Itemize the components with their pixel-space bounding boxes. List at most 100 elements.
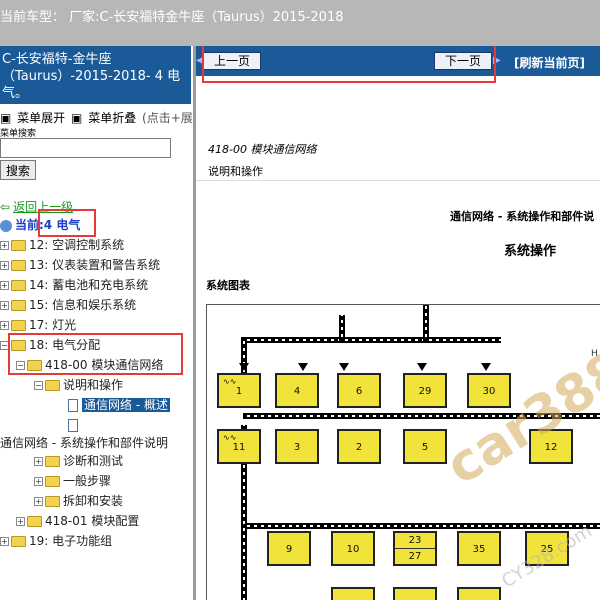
tree-item-14[interactable]: +14: 蓄电池和充电系统 — [0, 276, 148, 294]
expand-icon[interactable]: + — [0, 241, 9, 250]
tree-label[interactable]: 418-01 模块配置 — [45, 514, 139, 528]
arrow-icon — [481, 363, 491, 371]
collapse-icon: ▣ — [71, 111, 83, 125]
bus-line — [243, 523, 600, 529]
folder-icon — [11, 300, 26, 311]
tree-item-13[interactable]: +13: 仪表装置和警告系统 — [0, 256, 160, 274]
folder-icon — [45, 456, 60, 467]
tree-item-system-operation[interactable]: 通信网络 - 系统操作和部件说明 — [0, 434, 168, 452]
sidebar-header: C-长安福特-金牛座（Taurus）-2015-2018- 4 电气。 — [0, 46, 191, 104]
expand-icon[interactable]: + — [16, 517, 25, 526]
bus-line — [339, 315, 345, 341]
tree-item-17[interactable]: +17: 灯光 — [0, 316, 76, 334]
module-box: 35 — [457, 531, 501, 566]
tree-label[interactable]: 12: 空调控制系统 — [29, 238, 124, 252]
expand-icon[interactable]: + — [34, 477, 43, 486]
expand-icon[interactable]: + — [0, 281, 9, 290]
title-bar: 当前车型： 厂家:C-长安福特金牛座（Taurus）2015-2018 — [0, 0, 600, 46]
expand-icon[interactable]: + — [0, 301, 9, 310]
user-icon — [0, 219, 12, 232]
document-subtitle: 说明和操作 — [208, 165, 263, 178]
tree-label[interactable]: 诊断和测试 — [63, 454, 123, 468]
folder-icon — [45, 476, 60, 487]
module-box: 38 — [393, 587, 437, 600]
tree-item-12[interactable]: +12: 空调控制系统 — [0, 236, 124, 254]
back-arrow-icon: ⇦ — [0, 200, 11, 214]
expand-icon[interactable]: + — [34, 497, 43, 506]
tree-item-overview[interactable]: 通信网络 - 概述 — [68, 396, 170, 414]
module-box: 3 — [275, 429, 319, 464]
tree-item-418-01[interactable]: +418-01 模块配置 — [16, 512, 139, 530]
module-box: 33 — [457, 587, 501, 600]
tree-item-removal[interactable]: + 拆卸和安装 — [34, 492, 123, 510]
sidebar: C-长安福特-金牛座（Taurus）-2015-2018- 4 电气。 ▣ 菜单… — [0, 46, 193, 600]
tree-item-15[interactable]: +15: 信息和娱乐系统 — [0, 296, 136, 314]
tree-label-selected[interactable]: 通信网络 - 概述 — [82, 398, 170, 412]
module-box: 29 — [403, 373, 447, 408]
bus-line — [243, 337, 501, 343]
section-title: 通信网络 - 系统操作和部件说 — [450, 210, 595, 223]
expand-icon[interactable]: + — [0, 261, 9, 270]
module-box: 4 — [275, 373, 319, 408]
tree-label[interactable]: 拆卸和安装 — [63, 494, 123, 508]
expand-icon[interactable]: + — [0, 321, 9, 330]
folder-icon — [11, 536, 26, 547]
tree-label[interactable]: 14: 蓄电池和充电系统 — [29, 278, 148, 292]
module-box: 2 — [337, 429, 381, 464]
highlight-module-network — [8, 333, 183, 375]
expand-icon[interactable]: + — [0, 537, 9, 546]
resistor-icon: ∿∿ — [223, 433, 237, 442]
expand-all-link[interactable]: 菜单展开 — [17, 111, 65, 125]
tree-item-description[interactable]: − 说明和操作 — [34, 376, 123, 394]
module-box: ∿∿ 1 — [217, 373, 261, 408]
menu-toggles: ▣ 菜单展开 ▣ 菜单折叠 (点击+展 — [0, 109, 193, 126]
folder-icon — [11, 280, 26, 291]
sub-heading: 系统操作 — [504, 244, 557, 259]
search-input[interactable] — [0, 138, 171, 158]
folder-icon — [11, 240, 26, 251]
tree-label[interactable]: 19: 电子功能组 — [29, 534, 112, 548]
folder-icon — [11, 260, 26, 271]
window-title: 当前车型： 厂家:C-长安福特金牛座（Taurus）2015-2018 — [0, 10, 344, 25]
tree-label[interactable]: 说明和操作 — [63, 378, 123, 392]
tree-label[interactable]: 一般步骤 — [63, 474, 111, 488]
document-code-title: 418-00 模块通信网络 — [208, 143, 317, 156]
tree-label[interactable]: 通信网络 - 系统操作和部件说明 — [0, 436, 168, 450]
tree-label[interactable]: 13: 仪表装置和警告系统 — [29, 258, 160, 272]
arrow-icon — [417, 363, 427, 371]
module-box: 10 — [331, 531, 375, 566]
document-icon — [68, 399, 78, 412]
collapse-hint: (点击+展 — [142, 111, 193, 125]
tree-label[interactable]: 15: 信息和娱乐系统 — [29, 298, 136, 312]
module-box: ∿∿ 11 — [217, 429, 261, 464]
arrow-icon — [339, 363, 349, 371]
tree-label[interactable]: 17: 灯光 — [29, 318, 76, 332]
folder-icon — [11, 320, 26, 331]
document-icon — [68, 419, 78, 432]
diagram-label: 系统图表 — [206, 279, 250, 292]
tree-item-19[interactable]: +19: 电子功能组 — [0, 532, 112, 550]
highlight-current — [38, 209, 96, 237]
content-panel: ◀ 上一页 下一页 ▶ [刷新当前页] 418-00 模块通信网络 说明和操作 … — [196, 46, 600, 600]
module-box: 9 — [267, 531, 311, 566]
module-box: 23 27 — [393, 531, 437, 566]
expand-icon: ▣ — [0, 111, 12, 125]
folder-icon — [45, 496, 60, 507]
bus-line — [423, 305, 429, 341]
arrow-icon — [239, 363, 249, 371]
search-button[interactable]: 搜索 — [0, 160, 36, 180]
tree-item-general[interactable]: + 一般步骤 — [34, 472, 111, 490]
resistor-icon: ∿∿ — [223, 377, 237, 386]
tree-item-diagnosis[interactable]: + 诊断和测试 — [34, 452, 123, 470]
divider — [196, 180, 600, 181]
tree-item-blank[interactable] — [68, 416, 82, 434]
highlight-nav-buttons — [202, 46, 496, 83]
module-box: 6 — [337, 373, 381, 408]
module-box: 37 — [331, 587, 375, 600]
collapse-icon[interactable]: − — [34, 381, 43, 390]
refresh-page-link[interactable]: [刷新当前页] — [514, 54, 585, 71]
folder-icon — [27, 516, 42, 527]
arrow-icon — [298, 363, 308, 371]
expand-icon[interactable]: + — [34, 457, 43, 466]
collapse-all-link[interactable]: 菜单折叠 — [88, 111, 136, 125]
